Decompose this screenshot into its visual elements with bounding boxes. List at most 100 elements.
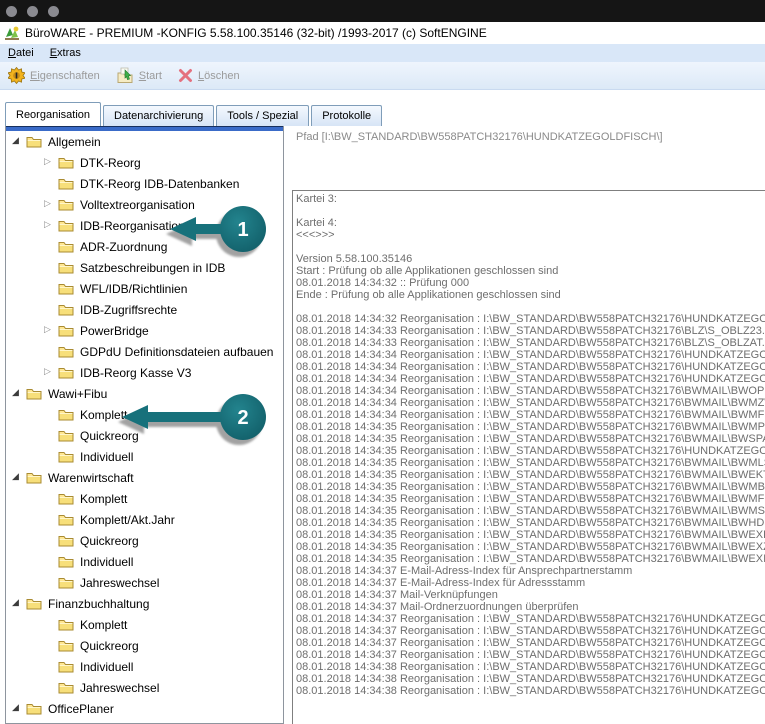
folder-icon [26,702,42,715]
log-line: 08.01.2018 14:34:34 Reorganisation : I:\… [296,397,765,409]
log-line: 08.01.2018 14:34:34 Reorganisation : I:\… [296,373,765,385]
start-button[interactable]: Start [116,67,162,84]
log-line: 08.01.2018 14:34:35 Reorganisation : I:\… [296,517,765,529]
expander-icon[interactable] [44,221,58,230]
tree-item-label: Finanzbuchhaltung [48,597,149,611]
log-line: 08.01.2018 14:34:34 Reorganisation : I:\… [296,409,765,421]
tree-item[interactable]: GDPdU Definitionsdateien aufbauen [6,341,283,362]
menu-datei-rest: atei [16,47,34,59]
menu-item-datei[interactable]: Datei [0,44,42,62]
log-line: 08.01.2018 14:34:35 Reorganisation : I:\… [296,541,765,553]
tree-item[interactable]: Komplett [6,614,283,635]
tree-item[interactable]: Quickreorg [6,635,283,656]
zoom-button[interactable] [48,6,59,17]
log-line: Kartei 4: [296,217,765,229]
expander-icon[interactable] [12,389,26,398]
tree-item[interactable]: Jahreswechsel [6,572,283,593]
log-line: 08.01.2018 14:34:38 Reorganisation : I:\… [296,661,765,673]
tree-item-label: Wawi+Fibu [48,387,107,401]
log-line: 08.01.2018 14:34:35 Reorganisation : I:\… [296,529,765,541]
tree-item[interactable]: Komplett/Akt.Jahr [6,509,283,530]
log-line: 08.01.2018 14:34:35 Reorganisation : I:\… [296,421,765,433]
start-label: Start [139,70,162,82]
log-line: Kartei 3: [296,193,765,205]
menu-datei-accel: D [8,47,16,59]
eigenschaften-accel: Ei [30,70,40,82]
expander-icon[interactable] [12,599,26,608]
expander-icon[interactable] [12,137,26,146]
log-line: 08.01.2018 14:34:37 Reorganisation : I:\… [296,625,765,637]
minimize-button[interactable] [27,6,38,17]
tree-item[interactable]: DTK-Reorg IDB-Datenbanken [6,173,283,194]
tree-item[interactable]: Finanzbuchhaltung [6,593,283,614]
eigenschaften-rest: genschaften [40,70,100,82]
tree-item[interactable]: Warenwirtschaft [6,467,283,488]
log-line: 08.01.2018 14:34:35 Reorganisation : I:\… [296,457,765,469]
tree-item-label: Komplett [80,618,127,632]
log-line: 08.01.2018 14:34:35 Reorganisation : I:\… [296,553,765,565]
tree-item[interactable]: Individuell [6,656,283,677]
folder-icon [58,555,74,568]
tree-item-label: Quickreorg [80,639,139,653]
log-line: 08.01.2018 14:34:37 Reorganisation : I:\… [296,649,765,661]
tree-item-label: Satzbeschreibungen in IDB [80,261,225,275]
start-rest: tart [146,70,162,82]
folder-icon [58,618,74,631]
loeschen-rest: öschen [204,70,239,82]
tree-item[interactable]: Jahreswechsel [6,677,283,698]
log-line: 08.01.2018 14:34:33 Reorganisation : I:\… [296,325,765,337]
close-button[interactable] [6,6,17,17]
tree-item[interactable]: Allgemein [6,131,283,152]
tree-item-label: Individuell [80,660,133,674]
folder-icon [58,576,74,589]
tree-item[interactable]: WFL/IDB/Richtlinien [6,278,283,299]
log-line: 08.01.2018 14:34:37 Reorganisation : I:\… [296,637,765,649]
tree-item[interactable]: Komplett [6,488,283,509]
log-line: 08.01.2018 14:34:33 Reorganisation : I:\… [296,337,765,349]
loeschen-button[interactable]: Löschen [178,68,240,83]
folder-icon [58,303,74,316]
expander-icon[interactable] [44,158,58,167]
folder-icon [58,429,74,442]
tab-tools-spezial[interactable]: Tools / Spezial [216,105,309,126]
log-line: 08.01.2018 14:34:35 Reorganisation : I:\… [296,445,765,457]
eigenschaften-button[interactable]: Eigenschaften [8,67,100,84]
tree-item-label: Individuell [80,555,133,569]
menu-item-extras[interactable]: Extras [42,44,89,62]
folder-icon [58,177,74,190]
start-accel: S [139,70,146,82]
tree-item-label: PowerBridge [80,324,149,338]
log-line: 08.01.2018 14:34:35 Reorganisation : I:\… [296,505,765,517]
expander-icon[interactable] [12,473,26,482]
log-line [296,205,765,217]
tree-item[interactable]: OfficePlaner [6,698,283,719]
expander-icon[interactable] [44,200,58,209]
tree-item-label: OfficePlaner [48,702,114,716]
window-titlebar [0,0,765,22]
tab-protokolle[interactable]: Protokolle [311,105,382,126]
tree-item-label: IDB-Reorg Kasse V3 [80,366,191,380]
app-title-bar: BüroWARE - PREMIUM -KONFIG 5.58.100.3514… [0,22,765,44]
callout-1: 1 [162,198,274,262]
expander-icon[interactable] [44,368,58,377]
tree-item[interactable]: PowerBridge [6,320,283,341]
tree-item-label: GDPdU Definitionsdateien aufbauen [80,345,273,359]
tree-item[interactable]: IDB-Reorg Kasse V3 [6,362,283,383]
tab-reorganisation[interactable]: Reorganisation [5,102,101,126]
tab-datenarchivierung[interactable]: Datenarchivierung [103,105,214,126]
expander-icon[interactable] [12,704,26,713]
expander-icon[interactable] [44,326,58,335]
tree-item[interactable]: DTK-Reorg [6,152,283,173]
tree-item-label: Individuell [80,450,133,464]
log-output[interactable]: Kartei 3: Kartei 4: <<<>>> Version 5.58.… [292,190,765,724]
tree-item[interactable]: Quickreorg [6,530,283,551]
tree-item[interactable]: Individuell [6,551,283,572]
tree-item[interactable]: IDB-Zugriffsrechte [6,299,283,320]
folder-icon [26,135,42,148]
log-line: 08.01.2018 14:34:38 Reorganisation : I:\… [296,685,765,697]
folder-icon [58,240,74,253]
log-line: 08.01.2018 14:34:34 Reorganisation : I:\… [296,385,765,397]
tree-item-label: Komplett [80,492,127,506]
tree-item-label: WFL/IDB/Richtlinien [80,282,187,296]
folder-icon [58,408,74,421]
